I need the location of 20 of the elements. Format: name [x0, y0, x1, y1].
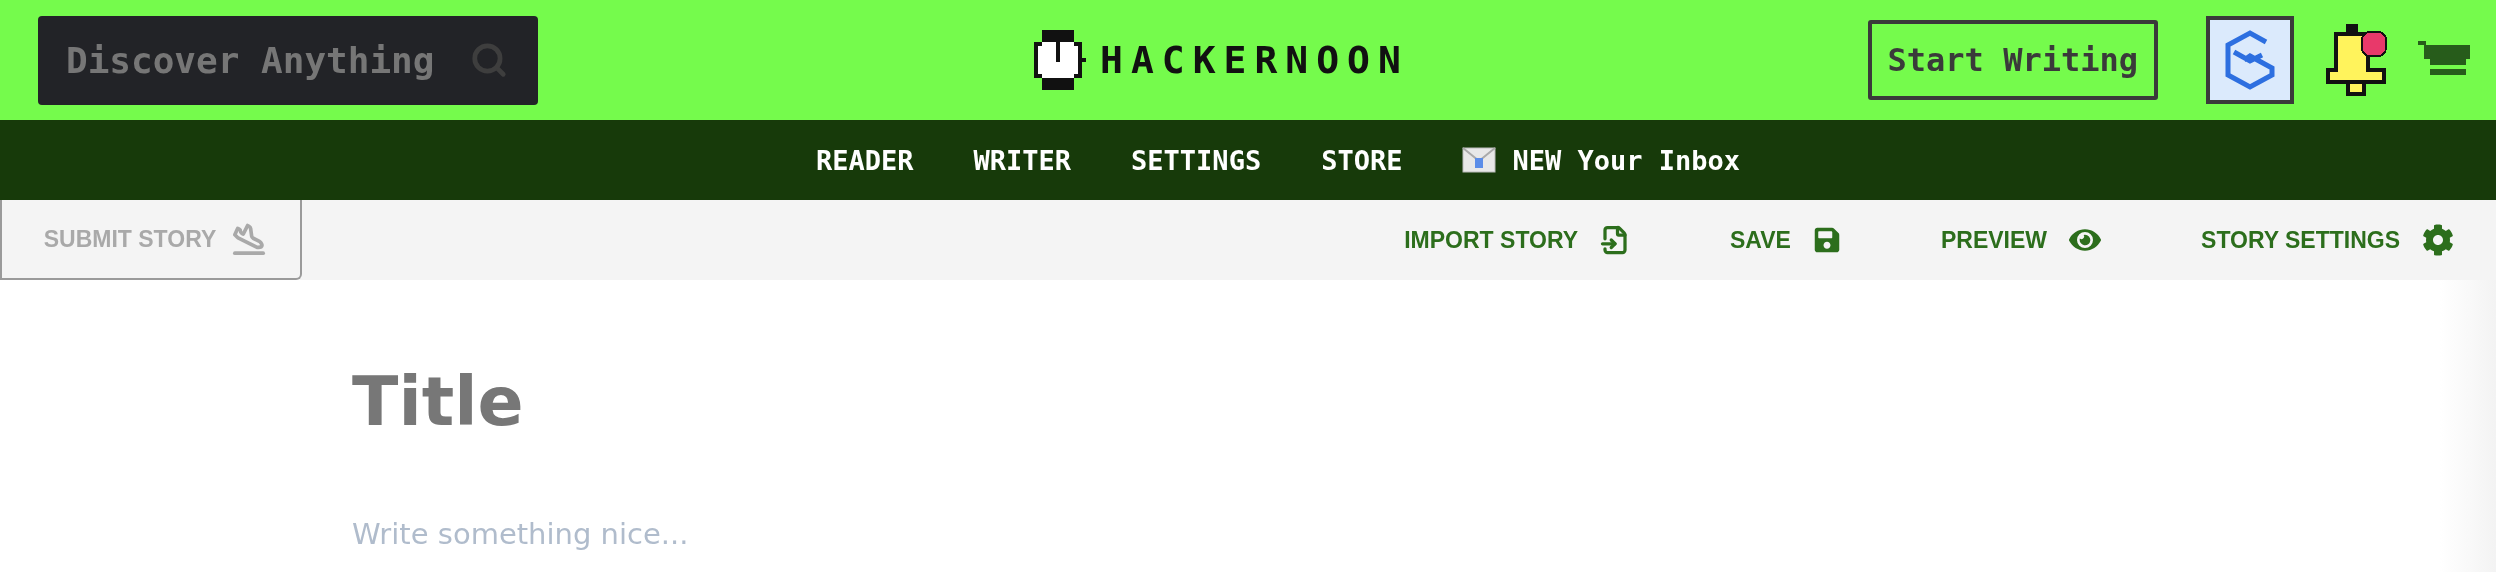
search-icon — [470, 40, 508, 79]
search-field[interactable]: Discover Anything — [38, 15, 538, 105]
nav-link[interactable]: READER — [816, 144, 914, 176]
settings-action[interactable]: STORY SETTINGS — [2201, 224, 2454, 256]
nav-link[interactable]: WRITER — [973, 144, 1072, 176]
preview-action[interactable]: PREVIEW — [1940, 224, 2102, 256]
nav-link[interactable]: STORE — [1321, 144, 1403, 176]
envelope-icon — [1462, 147, 1497, 173]
nav-link[interactable]: NEW Your Inbox — [1462, 144, 1740, 176]
settings-icon — [2422, 224, 2454, 256]
logo-text[interactable]: HACKERNOON — [1100, 38, 1409, 82]
start-writing-button[interactable]: Start Writing — [1867, 20, 2158, 100]
import-action[interactable]: IMPORT STORY — [1404, 225, 1631, 255]
body-field[interactable]: Write something nice... — [352, 517, 1952, 551]
plane-landing-icon — [232, 222, 267, 256]
nav-link[interactable]: SETTINGS — [1131, 144, 1262, 176]
save-icon — [1812, 226, 1841, 254]
save-action[interactable]: SAVE — [1730, 226, 1841, 254]
title-field[interactable]: Title — [352, 362, 1952, 441]
avatar[interactable] — [2206, 16, 2294, 104]
